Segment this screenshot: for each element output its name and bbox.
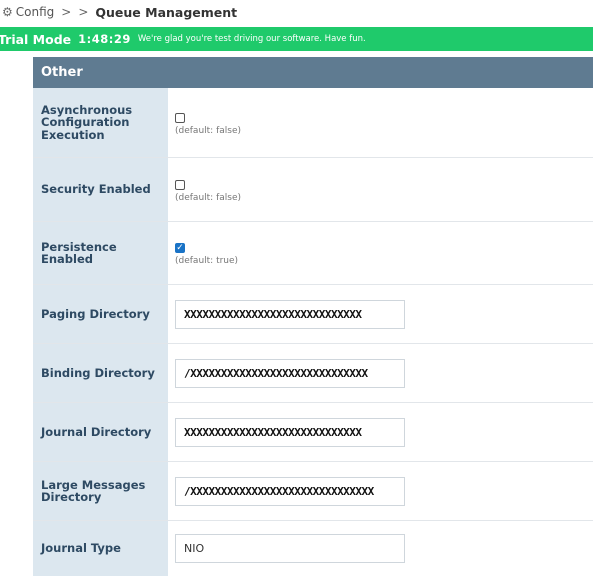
trial-mode-label: Trial Mode: [0, 31, 72, 47]
setting-label: Paging Directory: [33, 285, 168, 343]
default-hint: (default: true): [175, 256, 239, 266]
trial-message: We're glad you're test driving our softw…: [137, 34, 366, 44]
setting-row: Security Enabled (default: false): [33, 158, 593, 222]
trial-timer: 1:48:29: [78, 32, 131, 46]
setting-label: Journal Type: [33, 521, 168, 576]
breadcrumb-config[interactable]: Config: [16, 5, 55, 19]
breadcrumb-separator: >: [61, 5, 72, 19]
persistence-enabled-checkbox[interactable]: ✓: [175, 243, 185, 253]
setting-label: Asynchronous Configuration Execution: [33, 88, 168, 157]
security-enabled-checkbox[interactable]: [175, 179, 185, 190]
setting-row: Binding Directory /XXXXXXXXXXXXXXXXXXXXX…: [33, 344, 593, 403]
setting-label: Security Enabled: [33, 158, 168, 221]
async-config-checkbox[interactable]: [175, 112, 185, 123]
large-messages-directory-input[interactable]: /XXXXXXXXXXXXXXXXXXXXXXXXXXXXXX: [175, 476, 405, 506]
binding-directory-input[interactable]: /XXXXXXXXXXXXXXXXXXXXXXXXXXXXX: [175, 358, 405, 388]
setting-row: Paging Directory XXXXXXXXXXXXXXXXXXXXXXX…: [33, 285, 593, 344]
breadcrumb: ⚙ Config > > Queue Management: [0, 0, 593, 24]
setting-label: Large Messages Directory: [33, 462, 168, 520]
panel-title: Other: [33, 57, 593, 88]
breadcrumb-current: Queue Management: [95, 4, 238, 20]
setting-row: Persistence Enabled ✓ (default: true): [33, 222, 593, 285]
setting-row: Journal Directory XXXXXXXXXXXXXXXXXXXXXX…: [33, 403, 593, 462]
breadcrumb-separator: >: [78, 5, 89, 19]
setting-row: Asynchronous Configuration Execution (de…: [33, 88, 593, 158]
setting-label: Binding Directory: [33, 344, 168, 402]
setting-label: Journal Directory: [33, 403, 168, 461]
setting-label: Persistence Enabled: [33, 222, 168, 284]
paging-directory-input[interactable]: XXXXXXXXXXXXXXXXXXXXXXXXXXXXX: [175, 299, 405, 329]
default-hint: (default: false): [175, 125, 241, 136]
journal-directory-input[interactable]: XXXXXXXXXXXXXXXXXXXXXXXXXXXXX: [175, 417, 405, 447]
other-settings-panel: Other Asynchronous Configuration Executi…: [33, 57, 593, 576]
default-hint: (default: false): [175, 192, 241, 203]
journal-type-input[interactable]: NIO: [175, 534, 405, 563]
setting-row: Large Messages Directory /XXXXXXXXXXXXXX…: [33, 462, 593, 521]
trial-banner: Trial Mode 1:48:29 We're glad you're tes…: [0, 27, 593, 51]
setting-row: Journal Type NIO: [33, 521, 593, 576]
gear-icon: ⚙: [2, 5, 13, 19]
